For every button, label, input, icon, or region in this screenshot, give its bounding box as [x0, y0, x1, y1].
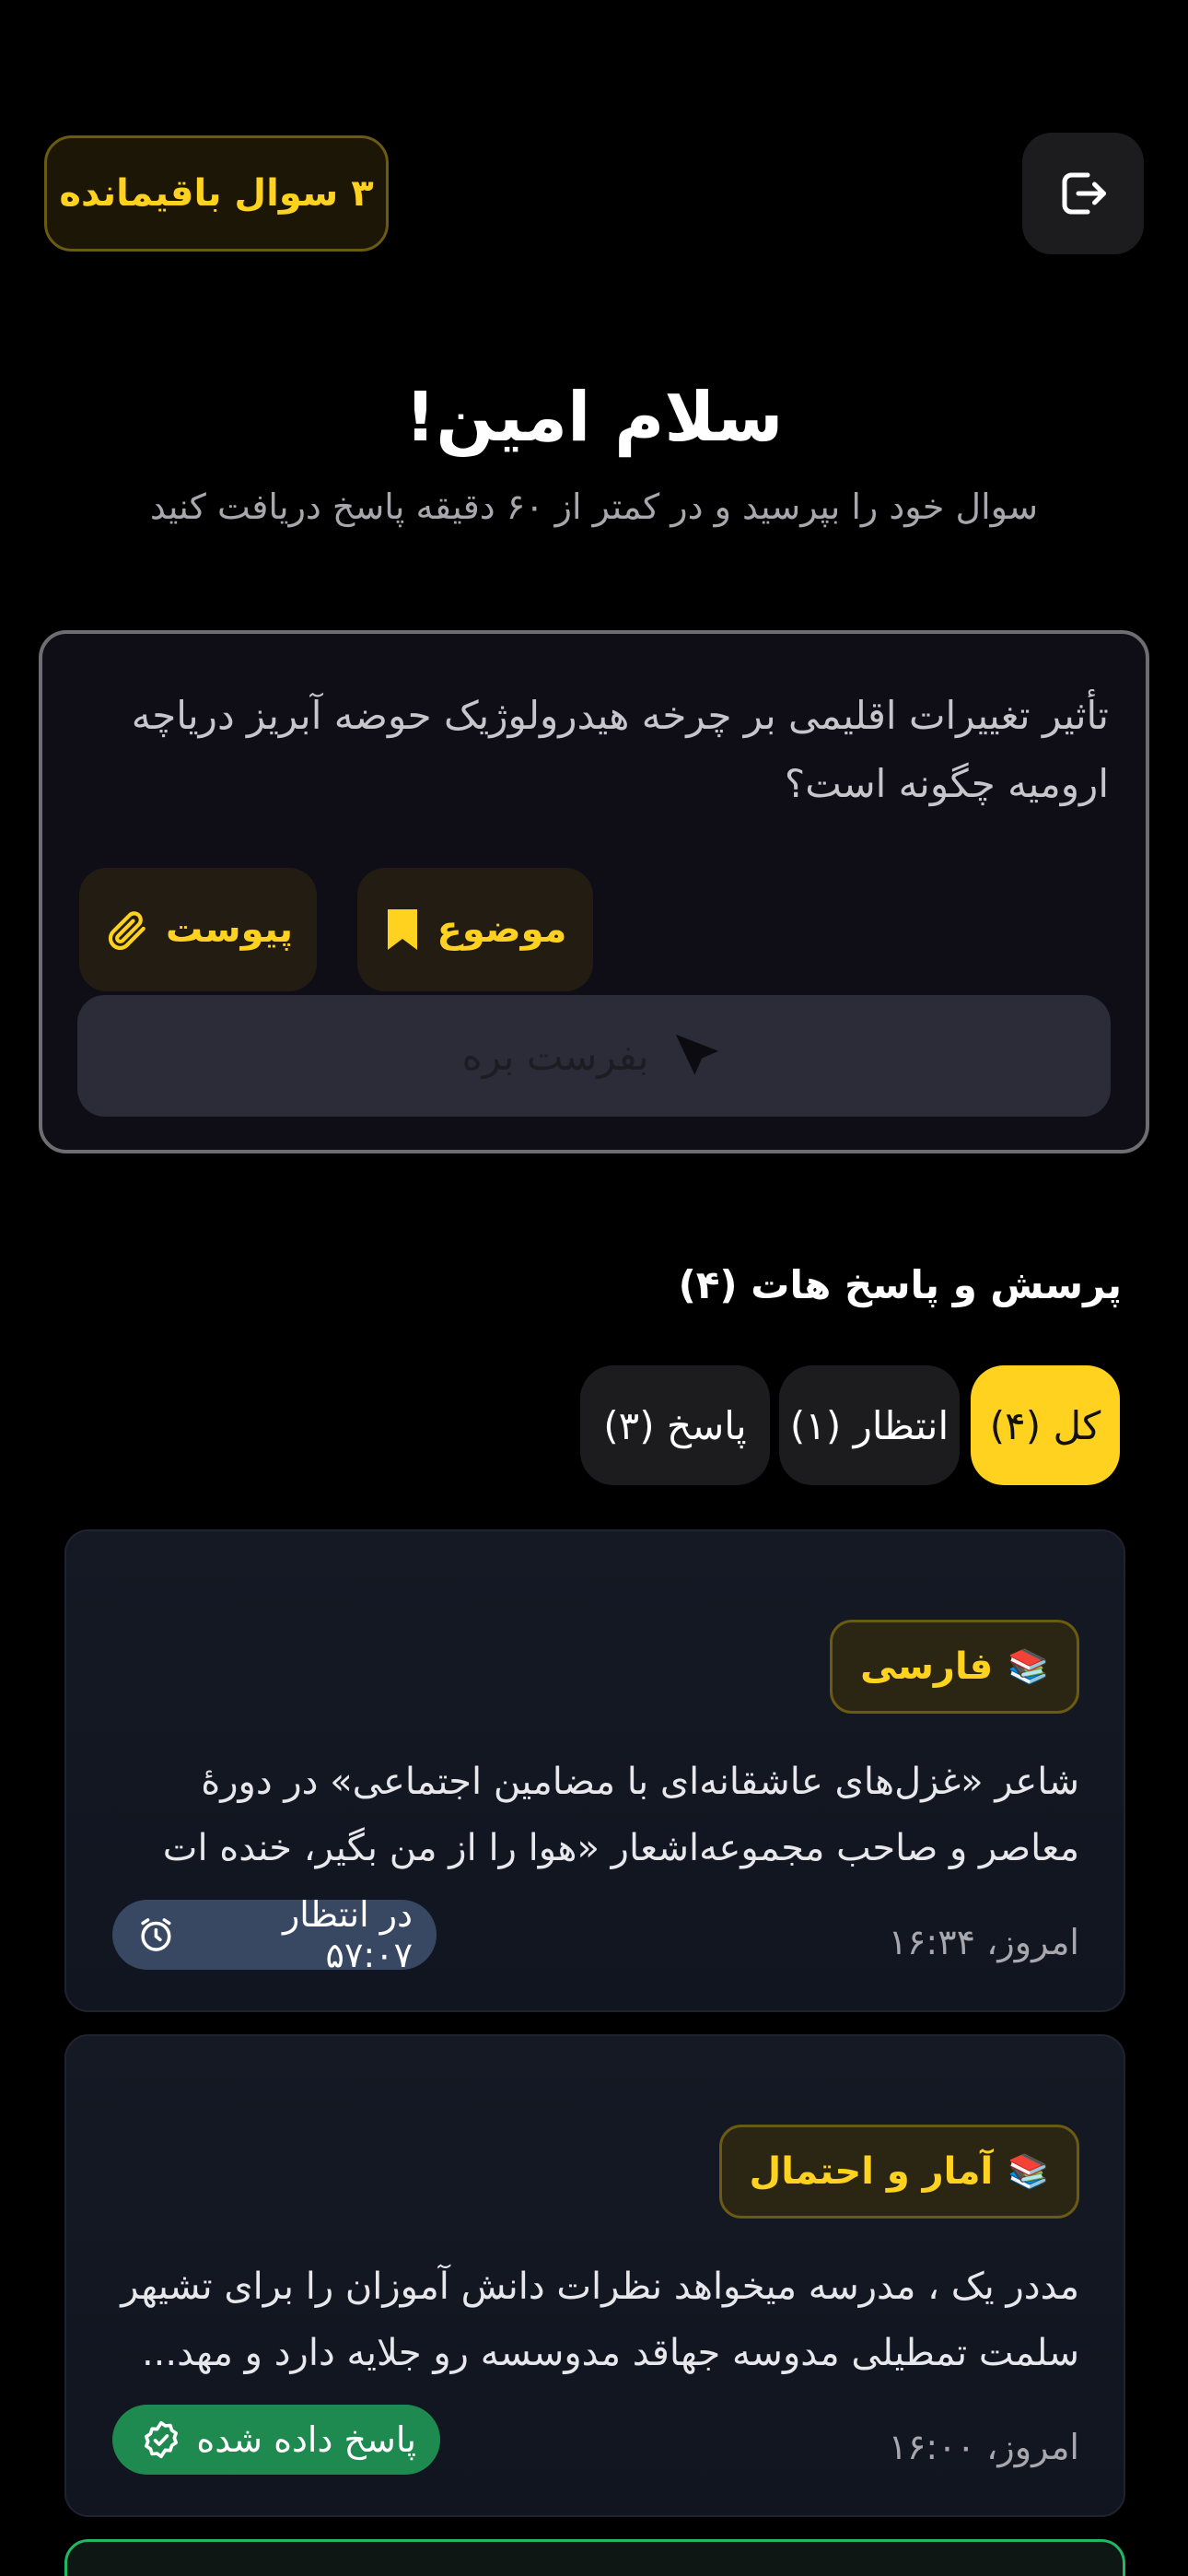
- compose-card: تأثیر تغییرات اقلیمی بر چرخه هیدرولوژیک …: [39, 630, 1149, 1153]
- books-icon: 📚: [1007, 1648, 1049, 1686]
- greeting-title: سلام امین!: [404, 378, 784, 457]
- status-badge-pending: در انتظار ۵۷:۰۷: [112, 1894, 437, 1975]
- subject-label: آمار و احتمال: [749, 2150, 994, 2193]
- question-preview: مددر یک ، مدرسه میخواهد نظرات دانش آموزا…: [121, 2266, 1079, 2374]
- question-card[interactable]: 📚 آمار و احتمال مددر یک ، مدرسه میخواهد …: [64, 2034, 1125, 2517]
- alarm-clock-icon: [141, 1918, 171, 1951]
- logout-button[interactable]: [1022, 133, 1144, 254]
- tab-all[interactable]: کل (۴): [971, 1365, 1120, 1485]
- send-icon: [676, 1034, 719, 1075]
- bookmark-icon: [387, 909, 417, 950]
- attach-label: پیوست: [165, 908, 294, 951]
- remaining-questions-badge: ۳ سوال باقیمانده: [44, 135, 389, 252]
- questions-list-title: پرسش و پاسخ هات (۴): [678, 1262, 1122, 1307]
- question-time: امروز، ۱۶:۳۴: [888, 1922, 1079, 1962]
- tab-answered[interactable]: پاسخ (۳): [580, 1365, 770, 1485]
- logout-icon: [1062, 172, 1106, 215]
- send-label: بفرست بره: [461, 1033, 649, 1079]
- question-time: امروز، ۱۶:۰۰: [888, 2427, 1079, 2467]
- question-card[interactable]: [64, 2539, 1125, 2576]
- status-badge-answered: پاسخ داده شده: [112, 2405, 440, 2475]
- greeting-subtitle: سوال خود را بپرسید و در کمتر از ۶۰ دقیقه…: [149, 486, 1039, 527]
- topic-label: موضوع: [437, 908, 567, 951]
- send-button[interactable]: بفرست بره: [77, 995, 1111, 1117]
- question-input[interactable]: تأثیر تغییرات اقلیمی بر چرخه هیدرولوژیک …: [87, 682, 1109, 818]
- tab-pending[interactable]: انتظار (۱): [779, 1365, 960, 1485]
- question-card[interactable]: 📚 فارسی شاعر «غزل‌های عاشقانه‌ای با مضام…: [64, 1529, 1125, 2012]
- question-preview: شاعر «غزل‌های عاشقانه‌ای با مضامین اجتما…: [162, 1761, 1079, 1869]
- subject-badge: 📚 فارسی: [830, 1620, 1079, 1714]
- books-icon: 📚: [1007, 2153, 1049, 2191]
- remaining-questions-label: ۳ سوال باقیمانده: [59, 172, 374, 215]
- attach-button[interactable]: پیوست: [79, 868, 317, 991]
- status-label: در انتظار ۵۷:۰۷: [282, 1894, 413, 1975]
- status-label: پاسخ داده شده: [196, 2419, 416, 2460]
- subject-label: فارسی: [860, 1645, 994, 1688]
- paperclip-icon: [108, 911, 146, 950]
- subject-badge: 📚 آمار و احتمال: [718, 2125, 1079, 2219]
- verified-check-icon: [145, 2420, 179, 2459]
- topic-button[interactable]: موضوع: [357, 868, 593, 991]
